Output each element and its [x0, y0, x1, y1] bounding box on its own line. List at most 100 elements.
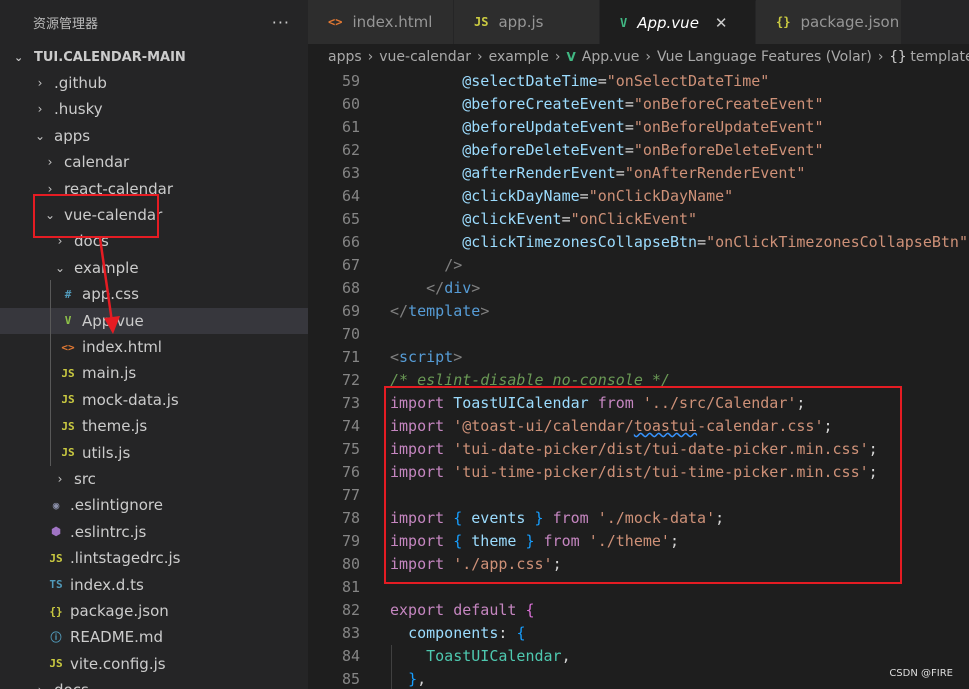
tab-index-html[interactable]: <> index.html — [308, 0, 454, 44]
code-token: ToastUICalendar — [453, 394, 589, 412]
code-token: { — [525, 601, 535, 619]
code-content: import '@toast-ui/calendar/toastui-calen… — [390, 415, 833, 438]
tree-item-docs[interactable]: › docs — [0, 677, 308, 689]
code-token: div — [444, 279, 472, 297]
breadcrumb-item[interactable]: template — [910, 49, 969, 65]
code-line: 78 import { events } from './mock-data'; — [308, 507, 969, 530]
tree-item-label: App.vue — [82, 311, 144, 330]
tree-item-docs[interactable]: › docs — [0, 228, 308, 254]
code-line: 67 /> — [308, 254, 969, 277]
tree-item-package-json[interactable]: {} package.json — [0, 598, 308, 624]
line-number: 64 — [341, 187, 360, 205]
more-actions-icon[interactable]: ··· — [272, 13, 290, 32]
file-type-icon: # — [64, 287, 72, 301]
tree-item-app-vue[interactable]: V App.vue — [0, 307, 308, 334]
code-token: @clickEvent — [462, 210, 562, 228]
code-token: </ — [426, 279, 445, 297]
code-line: 63 @afterRenderEvent="onAfterRenderEvent… — [308, 162, 969, 185]
code-token: "onSelectDateTime" — [606, 72, 770, 90]
tree-item-label: docs — [54, 681, 89, 689]
close-icon[interactable]: ✕ — [715, 14, 728, 32]
tree-item-utils-js[interactable]: JS utils.js — [0, 440, 308, 466]
tree-item-calendar[interactable]: › calendar — [0, 149, 308, 175]
tree-item-label: README.md — [70, 628, 164, 647]
line-number: 69 — [341, 302, 360, 320]
tree-item-index-d-ts[interactable]: TS index.d.ts — [0, 572, 308, 598]
tab-app-vue[interactable]: V App.vue ✕ — [600, 0, 756, 44]
watermark: CSDN @FIRE — [889, 668, 953, 679]
code-line: 77 — [308, 484, 969, 507]
line-number: 80 — [341, 555, 360, 573]
tree-item-src[interactable]: › src — [0, 466, 308, 492]
code-token: ; — [796, 394, 806, 412]
tab-label: App.vue — [637, 13, 699, 32]
code-editor[interactable]: 59 @selectDateTime="onSelectDateTime" 60 … — [308, 70, 969, 689]
breadcrumb-item[interactable]: Vue Language Features (Volar) — [657, 49, 872, 65]
tree-item-apps[interactable]: ⌄ apps — [0, 123, 308, 149]
tree-item-theme-js[interactable]: JS theme.js — [0, 413, 308, 439]
code-token: < — [390, 348, 400, 366]
tree-item-label: main.js — [82, 364, 137, 383]
line-number: 82 — [341, 601, 360, 619]
tree-item-vue-calendar[interactable]: ⌄ vue-calendar — [0, 202, 308, 228]
tab-package-json[interactable]: {} package.json — [756, 0, 902, 44]
code-token: = — [697, 233, 707, 251]
tree-item-github[interactable]: › .github — [0, 70, 308, 96]
code-token: @afterRenderEvent — [462, 164, 616, 182]
tree-item-eslintrc-js[interactable]: ⬢ .eslintrc.js — [0, 519, 308, 545]
code-line: 69 </template> — [308, 300, 969, 323]
tree-item-husky[interactable]: › .husky — [0, 96, 308, 122]
file-type-icon: <> — [328, 15, 343, 29]
breadcrumb-item[interactable]: App.vue — [582, 49, 640, 65]
chevron-right-icon: › — [37, 102, 43, 117]
file-type-icon: JS — [49, 657, 63, 671]
code-line: 84 ToastUICalendar, — [308, 645, 969, 668]
tree-item-eslintignore[interactable]: ◉ .eslintignore — [0, 492, 308, 518]
chevron-right-icon: › — [37, 76, 43, 90]
tree-item-app-css[interactable]: # app.css — [0, 281, 308, 307]
workspace-root[interactable]: ⌄ TUI.CALENDAR-MAIN — [0, 44, 308, 70]
code-token: ; — [715, 509, 725, 527]
code-content: import { theme } from './theme'; — [390, 530, 679, 553]
breadcrumb-item[interactable]: apps — [328, 49, 362, 65]
tree-item-react-calendar[interactable]: › react-calendar — [0, 176, 308, 202]
code-token: , — [561, 647, 571, 665]
symbol-icon: {} — [889, 49, 907, 65]
tree-item-readme-md[interactable]: ⓘ README.md — [0, 624, 308, 650]
tree-item-lintstagedrc-js[interactable]: JS .lintstagedrc.js — [0, 545, 308, 571]
code-token: './theme' — [588, 532, 670, 550]
file-type-icon: JS — [61, 366, 75, 380]
code-content: @clickTimezonesCollapseBtn="onClickTimez… — [390, 231, 968, 254]
code-token: from — [597, 394, 634, 412]
line-number: 62 — [341, 141, 360, 159]
tree-item-label: .lintstagedrc.js — [70, 549, 181, 568]
code-line: 85 }, — [308, 668, 969, 689]
code-content: @clickDayName="onClickDayName" — [390, 185, 733, 208]
tree-item-index-html[interactable]: <> index.html — [0, 334, 308, 360]
chevron-right-icon: › — [57, 472, 63, 486]
code-token: script — [399, 348, 454, 366]
code-line: 62 @beforeDeleteEvent="onBeforeDeleteEve… — [308, 139, 969, 162]
breadcrumb-item[interactable]: vue-calendar — [379, 49, 471, 65]
tree-item-label: index.d.ts — [70, 575, 144, 594]
tree-item-main-js[interactable]: JS main.js — [0, 360, 308, 386]
code-content: import 'tui-date-picker/dist/tui-date-pi… — [390, 438, 878, 461]
breadcrumb-item[interactable]: example — [489, 49, 549, 65]
code-token: "onClickDayName" — [588, 187, 734, 205]
line-number: 65 — [341, 210, 360, 228]
code-token: @beforeCreateEvent — [462, 95, 625, 113]
chevron-right-icon: › — [554, 49, 561, 65]
code-content: import 'tui-time-picker/dist/tui-time-pi… — [390, 461, 878, 484]
file-type-icon: V — [64, 314, 72, 328]
tree-item-vite-config-js[interactable]: JS vite.config.js — [0, 651, 308, 677]
tab-app-js[interactable]: JS app.js — [454, 0, 600, 44]
tree-item-example[interactable]: ⌄ example — [0, 255, 308, 281]
tree-item-mock-data-js[interactable]: JS mock-data.js — [0, 387, 308, 413]
file-type-icon: {} — [776, 15, 791, 29]
tree-item-label: .eslintignore — [70, 496, 163, 515]
